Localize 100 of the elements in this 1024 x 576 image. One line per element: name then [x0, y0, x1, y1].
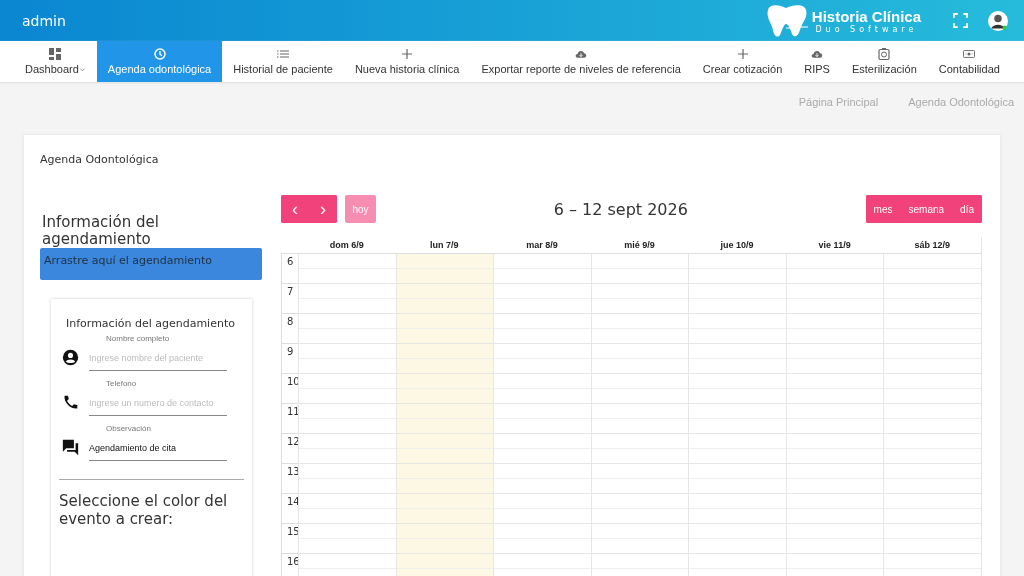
breadcrumb-link[interactable]: Página Principal: [798, 96, 879, 118]
time-slot[interactable]: [883, 284, 981, 314]
time-slot[interactable]: [883, 524, 981, 554]
time-slot[interactable]: [688, 554, 786, 576]
list-icon: [277, 48, 290, 60]
time-slot[interactable]: [590, 284, 689, 314]
time-slot[interactable]: [785, 524, 884, 554]
nav-tab[interactable]: Historial de paciente: [222, 41, 344, 82]
time-slot[interactable]: [590, 374, 689, 404]
breadcrumb-link[interactable]: Agenda Odontológica: [908, 96, 1014, 118]
time-slot[interactable]: [688, 464, 786, 494]
field-label: Telefono: [106, 379, 138, 388]
field-label: Nombre completo: [106, 334, 171, 343]
time-slot[interactable]: [785, 464, 884, 494]
input-field[interactable]: Ingrese nombre del paciente: [89, 349, 227, 371]
avatar-icon[interactable]: [988, 10, 1008, 31]
time-slot[interactable]: [493, 464, 591, 494]
time-slot[interactable]: [688, 494, 786, 524]
time-slot[interactable]: [298, 284, 396, 314]
time-slot[interactable]: [493, 344, 591, 374]
drop-zone[interactable]: Arrastre aquí el agendamiento: [40, 248, 262, 280]
nav-tab[interactable]: Crear cotización: [691, 41, 794, 82]
time-slot[interactable]: [688, 374, 786, 404]
nav-tab[interactable]: Esterilización: [840, 41, 928, 82]
time-slot[interactable]: [590, 434, 689, 464]
time-slot[interactable]: [688, 404, 786, 434]
time-slot[interactable]: [298, 434, 396, 464]
time-slot[interactable]: [298, 524, 396, 554]
time-slot[interactable]: [298, 344, 396, 374]
fullscreen-icon[interactable]: [953, 13, 968, 28]
time-slot[interactable]: [298, 314, 396, 344]
time-slot[interactable]: [298, 254, 396, 284]
hour-label: 11: [286, 405, 298, 418]
time-slot[interactable]: [883, 494, 981, 524]
input-field[interactable]: Agendamiento de cita: [89, 439, 227, 461]
time-slot[interactable]: [395, 374, 494, 404]
time-slot[interactable]: [590, 254, 689, 284]
input-field[interactable]: Ingrese un numero de contacto: [89, 394, 227, 416]
time-slot[interactable]: [688, 284, 786, 314]
time-slot[interactable]: [590, 464, 689, 494]
time-slot[interactable]: [395, 524, 494, 554]
time-slot[interactable]: [590, 344, 689, 374]
nav-tab[interactable]: Nueva historia clínica: [343, 41, 471, 82]
time-slot[interactable]: [883, 314, 981, 344]
time-slot[interactable]: [395, 314, 494, 344]
time-slot[interactable]: [590, 314, 689, 344]
time-slot[interactable]: [298, 374, 396, 404]
time-slot[interactable]: [688, 434, 786, 464]
time-slot[interactable]: [493, 314, 591, 344]
nav-tab[interactable]: Exportar reporte de niveles de referencia: [470, 41, 692, 82]
time-slot[interactable]: [688, 254, 786, 284]
time-slot[interactable]: [395, 494, 494, 524]
time-slot[interactable]: [395, 554, 494, 576]
time-slot[interactable]: [883, 404, 981, 434]
time-slot[interactable]: [298, 404, 396, 434]
time-slot[interactable]: [785, 344, 884, 374]
time-slot[interactable]: [493, 554, 591, 576]
time-slot[interactable]: [590, 554, 689, 576]
time-slot[interactable]: [688, 314, 786, 344]
time-slot[interactable]: [395, 464, 494, 494]
time-slot[interactable]: [785, 314, 884, 344]
nav-tab[interactable]: Agenda odontológica: [96, 41, 223, 82]
time-slot[interactable]: [298, 494, 396, 524]
time-slot[interactable]: [785, 434, 884, 464]
time-slot[interactable]: [883, 554, 981, 576]
time-slot[interactable]: [590, 524, 689, 554]
time-slot[interactable]: [298, 554, 396, 576]
time-slot[interactable]: [883, 374, 981, 404]
nav-tab[interactable]: RIPS: [793, 41, 841, 82]
time-slot[interactable]: [493, 284, 591, 314]
time-slot[interactable]: [785, 554, 884, 576]
time-slot[interactable]: [395, 254, 494, 284]
time-slot[interactable]: [688, 524, 786, 554]
time-slot[interactable]: [883, 254, 981, 284]
time-slot[interactable]: [785, 404, 884, 434]
time-slot[interactable]: [785, 284, 884, 314]
time-slot[interactable]: [785, 494, 884, 524]
time-slot[interactable]: [785, 254, 884, 284]
time-slot[interactable]: [590, 494, 689, 524]
time-slot[interactable]: [883, 434, 981, 464]
time-slot[interactable]: [395, 404, 494, 434]
time-slot[interactable]: [395, 434, 494, 464]
nav-tab[interactable]: Contabilidad: [927, 41, 1011, 82]
time-slot[interactable]: [493, 404, 591, 434]
time-slot[interactable]: [493, 374, 591, 404]
time-slot[interactable]: [493, 524, 591, 554]
time-slot[interactable]: [493, 254, 591, 284]
time-slot[interactable]: [883, 464, 981, 494]
plus-icon: [401, 48, 414, 60]
time-slot[interactable]: [395, 344, 494, 374]
time-slot[interactable]: [395, 284, 494, 314]
time-slot[interactable]: [883, 344, 981, 374]
time-slot[interactable]: [493, 494, 591, 524]
hour-label: 6: [286, 255, 295, 268]
time-slot[interactable]: [688, 344, 786, 374]
time-slot[interactable]: [590, 404, 689, 434]
time-slot[interactable]: [785, 374, 884, 404]
time-slot[interactable]: [298, 464, 396, 494]
time-slot[interactable]: [493, 434, 591, 464]
nav-tab[interactable]: Dashboard: [14, 41, 97, 82]
